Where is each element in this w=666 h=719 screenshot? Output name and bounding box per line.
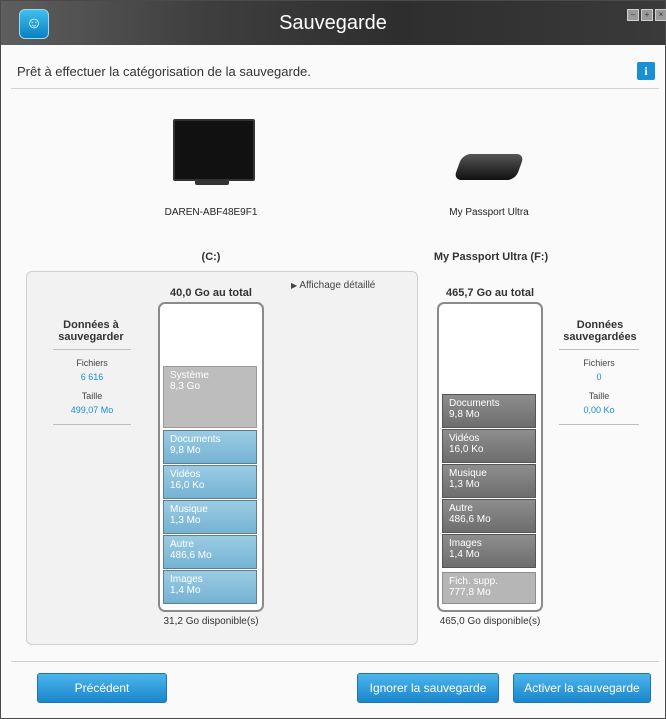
divider: [53, 349, 131, 350]
files-value: 6 616: [80, 372, 104, 382]
segment-size: 777,8 Mo: [449, 587, 491, 598]
monitor-stand: [195, 179, 229, 185]
minimize-icon[interactable]: –: [627, 9, 639, 21]
window-title: Sauvegarde: [279, 12, 387, 34]
destination-device-name: My Passport Ultra: [449, 207, 529, 218]
segment-size: 1,3 Mo: [449, 479, 480, 490]
size-label: Taille: [588, 391, 610, 401]
size-value: 499,07 Mo: [70, 405, 114, 415]
segment-extra-files: Fich. supp. 777,8 Mo: [442, 572, 536, 604]
status-bar: Prêt à effectuer la catégorisation de la…: [11, 54, 659, 89]
divider: [559, 424, 639, 425]
segment-name: Fich. supp.: [449, 576, 498, 587]
segment-name: Vidéos: [170, 469, 201, 480]
source-capacity-bar: Système 8,3 Go Documents 9,8 Mo Vidéos 1…: [158, 302, 264, 612]
files-label: Fichiers: [76, 358, 108, 368]
files-label: Fichiers: [583, 358, 615, 368]
divider: [53, 424, 131, 425]
title-bar: ☺ Sauvegarde – + ×: [1, 1, 666, 45]
segment-other[interactable]: Autre 486,6 Mo: [163, 535, 257, 569]
segment-videos[interactable]: Vidéos 16,0 Ko: [163, 465, 257, 499]
info-icon[interactable]: i: [637, 62, 655, 80]
files-value: 0: [596, 372, 602, 382]
destination-available: 465,0 Go disponible(s): [439, 616, 541, 627]
segment-other: Autre 486,6 Mo: [442, 499, 536, 533]
segment-size: 486,6 Mo: [170, 550, 212, 561]
maximize-icon[interactable]: +: [641, 9, 653, 21]
enable-backup-button[interactable]: Activer la sauvegarde: [513, 673, 651, 703]
segment-size: 486,6 Mo: [449, 514, 491, 525]
footer-divider: [11, 661, 659, 662]
segment-size: 16,0 Ko: [170, 480, 205, 491]
previous-button[interactable]: Précédent: [37, 673, 167, 703]
segment-images: Images 1,4 Mo: [442, 534, 536, 568]
segment-music: Musique 1,3 Mo: [442, 464, 536, 498]
segment-size: 16,0 Ko: [449, 444, 484, 455]
source-available: 31,2 Go disponible(s): [163, 616, 259, 627]
skip-backup-button[interactable]: Ignorer la sauvegarde: [357, 673, 499, 703]
segment-name: Images: [449, 538, 482, 549]
segment-size: 1,4 Mo: [449, 549, 480, 560]
segment-name: Documents: [449, 398, 500, 409]
divider: [559, 349, 639, 350]
segment-name: Images: [170, 574, 203, 585]
segment-size: 1,4 Mo: [170, 585, 201, 596]
segment-system: Système 8,3 Go: [163, 366, 257, 428]
segment-name: Musique: [170, 504, 208, 515]
source-drive-label: (C:): [201, 251, 221, 263]
close-icon[interactable]: ×: [655, 9, 666, 21]
size-value: 0,00 Ko: [583, 405, 615, 415]
status-text: Prêt à effectuer la catégorisation de la…: [17, 64, 311, 79]
segment-name: Vidéos: [449, 433, 480, 444]
external-drive-icon: [453, 154, 525, 180]
destination-capacity-bar: Documents 9,8 Mo Vidéos 16,0 Ko Musique …: [437, 302, 543, 612]
data-to-backup-title: Données à sauvegarder: [58, 319, 124, 343]
triangle-right-icon: ▶: [291, 281, 298, 290]
segment-music[interactable]: Musique 1,3 Mo: [163, 500, 257, 534]
segment-size: 1,3 Mo: [170, 515, 201, 526]
detailed-view-label: Affichage détaillé: [299, 280, 376, 291]
segment-name: Système: [170, 370, 209, 381]
segment-size: 9,8 Mo: [170, 445, 201, 456]
segment-size: 9,8 Mo: [449, 409, 480, 420]
destination-drive-label: My Passport Ultra (F:): [433, 251, 549, 263]
segment-name: Autre: [449, 503, 473, 514]
data-backed-up-title: Données sauvegardées: [563, 319, 637, 343]
destination-total: 465,7 Go au total: [445, 287, 535, 299]
segment-name: Autre: [170, 539, 194, 550]
segment-images[interactable]: Images 1,4 Mo: [163, 570, 257, 604]
segment-size: 8,3 Go: [170, 381, 201, 392]
detailed-view-link[interactable]: ▶ Affichage détaillé: [291, 280, 375, 291]
computer-monitor-icon: [173, 119, 255, 181]
segment-documents: Documents 9,8 Mo: [442, 394, 536, 428]
source-total: 40,0 Go au total: [170, 287, 252, 299]
app-window: ☺ Sauvegarde – + × Prêt à effectuer la c…: [0, 0, 666, 719]
size-label: Taille: [81, 391, 103, 401]
segment-name: Documents: [170, 434, 221, 445]
segment-documents[interactable]: Documents 9,8 Mo: [163, 430, 257, 464]
segment-videos: Vidéos 16,0 Ko: [442, 429, 536, 463]
source-device-name: DAREN-ABF48E9F1: [164, 207, 258, 218]
segment-name: Musique: [449, 468, 487, 479]
